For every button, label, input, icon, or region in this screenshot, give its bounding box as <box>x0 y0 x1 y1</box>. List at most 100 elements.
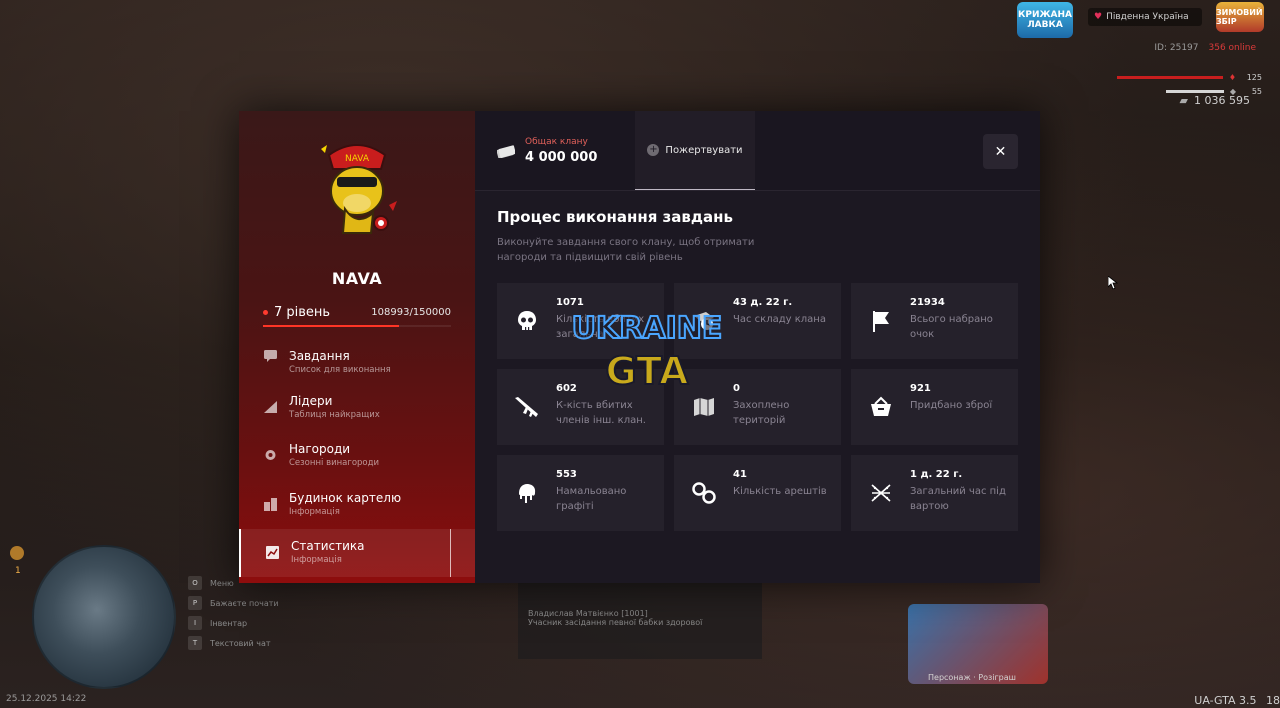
level-text: 7 рівень <box>274 305 331 320</box>
clan-content: Общак клану 4 000 000 + Пожертвувати ✕ П… <box>475 111 1040 583</box>
bg-panel-desc: Учасник засідання певної бабки здорової <box>528 618 703 627</box>
stats-icon <box>265 546 279 560</box>
stat-label: Час складу клана <box>733 314 826 325</box>
stat-value: 41 <box>733 469 747 480</box>
bg-panel-name: Владислав Матвієнко [1001] <box>528 609 648 618</box>
heart-icon: ♥ <box>1094 12 1103 22</box>
heart-icon: ♦ <box>1228 73 1236 82</box>
stat-card: 553 Намальовано графіті <box>497 455 664 531</box>
hint-label: Текстовий чат <box>210 638 271 648</box>
stat-value: 43 д. 22 г. <box>733 297 793 308</box>
menu-item-subtitle: Інформація <box>291 555 342 566</box>
chart-icon <box>263 400 277 414</box>
menu-item-statistics[interactable]: Статистика Інформація <box>239 528 475 577</box>
stat-value: 553 <box>556 469 577 480</box>
level-label: 7 рівень <box>263 305 330 320</box>
rifle-icon <box>513 393 541 421</box>
menu-item-subtitle: Список для виконання <box>289 365 391 375</box>
stat-label: Всього набрано очок <box>910 314 993 340</box>
stat-card: 0 Захоплено територій <box>674 369 841 445</box>
mouse-cursor-icon <box>1108 276 1118 290</box>
fence-icon <box>867 479 895 507</box>
skull-icon <box>513 307 541 335</box>
hint-row: P Бажаєте почати <box>188 596 279 610</box>
balance-amount: 4 000 000 <box>525 149 598 165</box>
stat-card: 1 д. 22 г. Загальний час під вартою <box>851 455 1018 531</box>
keybind-hints: O Меню P Бажаєте почати I Інвентар T Текстов… <box>188 576 279 656</box>
stat-card: 1071 Кількість вбитих загальна <box>497 283 664 359</box>
armor-fill <box>1165 90 1224 93</box>
hint-label: Меню <box>210 578 234 588</box>
stat-label: Придбано зброї <box>910 400 993 411</box>
stat-value: 921 <box>910 383 931 394</box>
stat-value: 0 <box>733 383 740 394</box>
online-count: 356 online <box>1208 43 1257 53</box>
health-value: 125 <box>1246 73 1262 82</box>
menu-item-leaders[interactable]: Лідери Таблиця найкращих <box>239 383 475 432</box>
armor-value: 55 <box>1251 87 1262 96</box>
clan-modal: NAVA NAVA 7 рівень 108993/150000 Завданн… <box>239 111 1040 583</box>
hint-row: I Інвентар <box>188 616 279 630</box>
menu-item-tasks[interactable]: Завдання Список для виконання <box>239 347 475 383</box>
stat-value: 1 д. 22 г. <box>910 469 963 480</box>
menu-item-title: Будинок картелю <box>289 490 402 505</box>
plus-icon: + <box>647 144 660 156</box>
flag-icon <box>867 307 895 335</box>
section-title: Процес виконання завдань <box>497 208 733 226</box>
stat-card: 43 д. 22 г. Час складу клана <box>674 283 841 359</box>
cash-icon <box>497 144 515 158</box>
stat-label: Захоплено територій <box>733 400 790 426</box>
region-label: Південна Україна <box>1106 12 1189 22</box>
menu-item-rewards[interactable]: Нагороди Сезонні винагороди <box>239 432 475 481</box>
hint-label: Інвентар <box>210 618 248 628</box>
stat-card: 21934 Всього набрано очок <box>851 283 1018 359</box>
clan-menu: Завдання Список для виконання Лідери Таб… <box>239 347 475 577</box>
stat-value: 1071 <box>556 297 584 308</box>
stat-value: 602 <box>556 383 577 394</box>
health-fill <box>1116 76 1223 79</box>
clan-avatar: NAVA <box>315 135 399 239</box>
menu-item-cartel-house[interactable]: Будинок картелю Інформація <box>239 480 475 529</box>
player-id: ID: 25197 <box>1154 43 1199 53</box>
stat-label: Загальний час під вартою <box>910 486 1006 512</box>
region-badge: ♥ Південна Україна <box>1088 8 1202 26</box>
menu-item-title: Статистика <box>291 539 365 554</box>
event-logo-2[interactable]: ЗИМОВИЙ ЗБІР <box>1216 2 1264 32</box>
stat-label: К-кість вбитих членів інш. клан. <box>556 400 646 426</box>
hint-key: P <box>188 596 202 610</box>
cash-icon: ▰ <box>1179 94 1189 107</box>
stat-value: 21934 <box>910 297 945 308</box>
event-logo[interactable]: КРИЖАНА ЛАВКА <box>1017 2 1073 38</box>
menu-item-title: Нагороди <box>289 442 351 457</box>
background-panel: Владислав Матвієнко [1001] Учасник засід… <box>518 583 762 659</box>
menu-item-subtitle: Таблиця найкращих <box>289 409 380 420</box>
hint-key: T <box>188 636 202 650</box>
menu-item-subtitle: Інформація <box>289 506 340 517</box>
datetime: 25.12.2025 14:22 <box>6 694 87 704</box>
stat-label: Кількість арештів <box>733 486 827 497</box>
close-button[interactable]: ✕ <box>983 134 1018 169</box>
clock-icon <box>690 307 718 335</box>
menu-item-title: Завдання <box>289 349 350 363</box>
clan-name: NAVA <box>331 269 383 288</box>
section-description: Виконуйте завдання свого клану, щоб отри… <box>497 237 755 263</box>
minimap <box>32 545 176 689</box>
version-text: UA-GTA 3.5 <box>1194 694 1257 707</box>
donate-button[interactable]: + Пожертвувати <box>635 111 755 190</box>
hint-key: O <box>188 576 202 590</box>
svg-text:NAVA: NAVA <box>345 154 370 164</box>
stats-grid: 1071 Кількість вбитих загальна 43 д. 22 … <box>497 283 1018 531</box>
stat-label: Кількість вбитих загальна <box>556 314 645 340</box>
stat-card: 602 К-кість вбитих членів інш. клан. <box>497 369 664 445</box>
spray-icon <box>513 479 541 507</box>
basket-icon <box>867 393 895 421</box>
balance-label: Общак клану <box>525 136 588 147</box>
stat-card: 41 Кількість арештів <box>674 455 841 531</box>
close-icon: ✕ <box>994 143 1007 160</box>
fps-counter: 18 <box>1266 694 1280 707</box>
minimap-number: 1 <box>15 566 21 576</box>
menu-item-title: Лідери <box>289 393 333 408</box>
promo-banner[interactable]: Персонаж · Розіграш <box>908 604 1048 684</box>
chat-icon <box>263 349 277 363</box>
money-value: 1 036 595 <box>1194 94 1250 107</box>
